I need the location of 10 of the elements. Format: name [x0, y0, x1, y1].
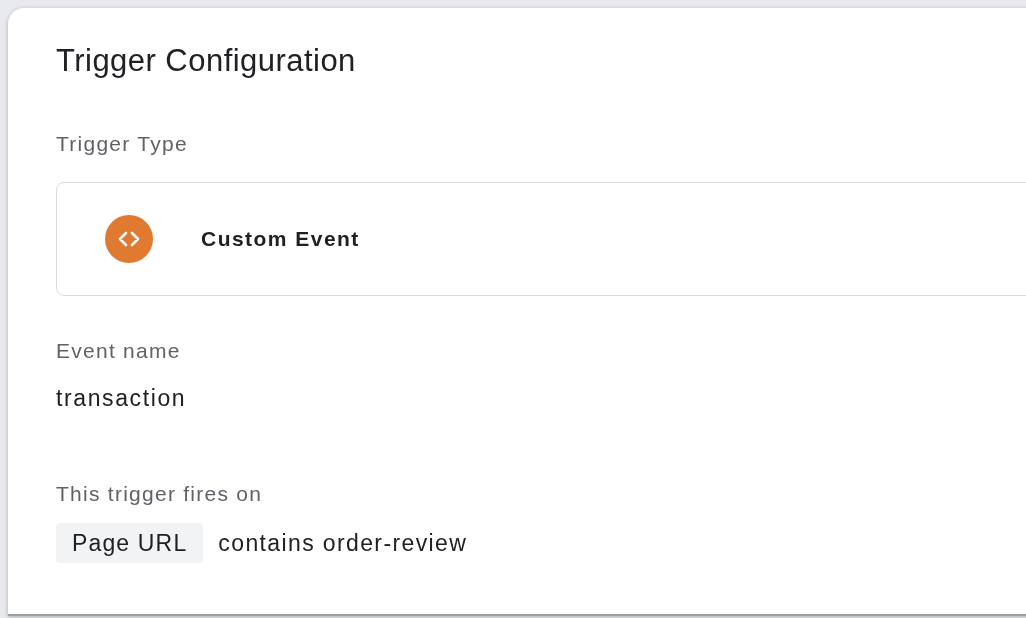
trigger-type-label: Trigger Type: [56, 131, 188, 157]
panel-title: Trigger Configuration: [56, 42, 356, 80]
fires-on-label: This trigger fires on: [56, 481, 263, 507]
event-name-label: Event name: [56, 338, 181, 364]
variable-chip: Page URL: [56, 523, 204, 563]
trigger-type-card[interactable]: Custom Event: [56, 182, 1026, 296]
condition-text: contains order-review: [218, 528, 468, 558]
event-name-value: transaction: [56, 384, 187, 413]
code-brackets-icon: [105, 215, 153, 263]
trigger-type-name: Custom Event: [201, 226, 360, 253]
